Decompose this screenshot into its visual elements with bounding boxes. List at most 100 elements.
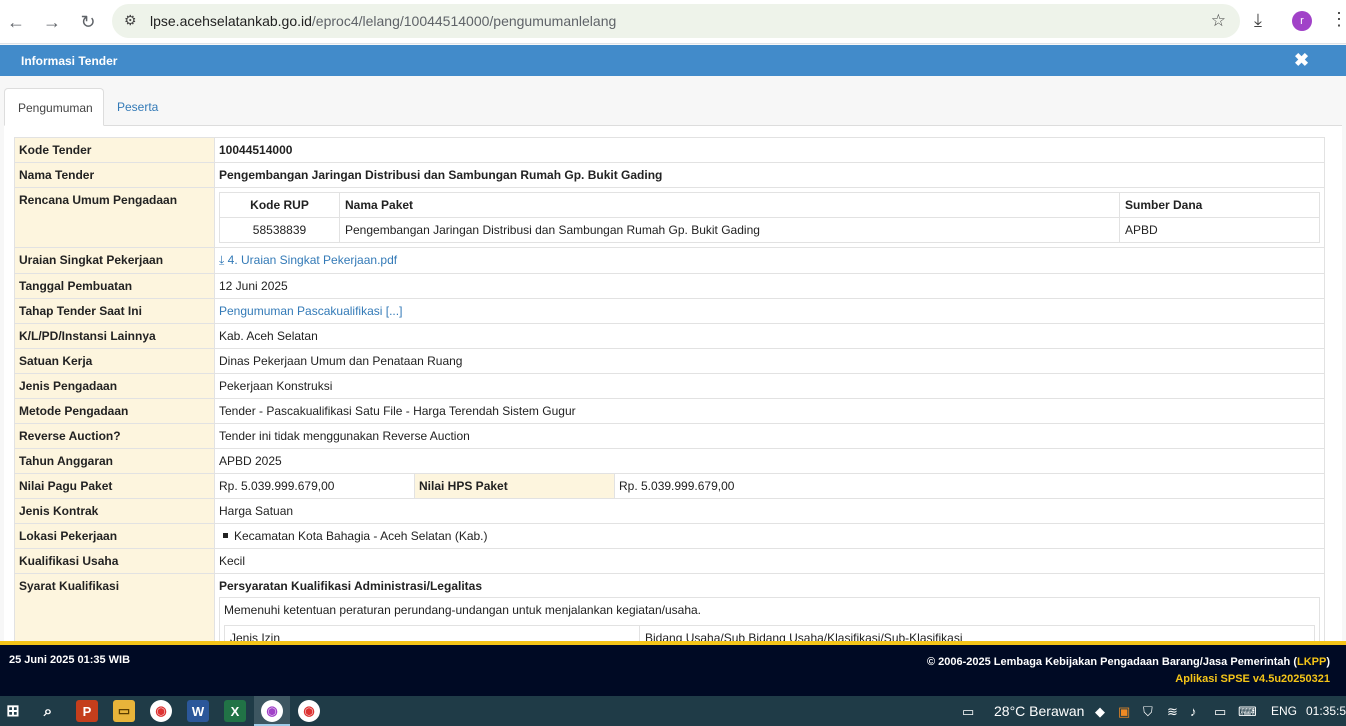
rup-header-kode: Kode RUP xyxy=(219,192,340,218)
footer-date: 25 Juni 2025 01:35 WIB xyxy=(9,654,131,666)
rup-table: Kode RUP Nama Paket Sumber Dana 58538839… xyxy=(219,192,1320,243)
satker-value: Dinas Pekerjaan Umum dan Penataan Ruang xyxy=(214,348,1325,374)
syarat-label: Syarat Kualifikasi xyxy=(14,573,215,642)
tab-pengumuman[interactable]: Pengumuman xyxy=(4,88,104,126)
table-row: Rencana Umum Pengadaan Kode RUP Nama Pak… xyxy=(14,187,1325,248)
lokasi-label: Lokasi Pekerjaan xyxy=(14,523,215,549)
footer-copyright: © 2006-2025 Lembaga Kebijakan Pengadaan … xyxy=(926,656,1330,668)
windows-start-icon[interactable]: ⊞ xyxy=(2,700,24,722)
footer-app-version: Aplikasi SPSE v4.5u20250321 xyxy=(1175,673,1330,685)
table-row: K/L/PD/Instansi Lainnya Kab. Aceh Selata… xyxy=(14,323,1325,349)
table-row: Tanggal Pembuatan 12 Juni 2025 xyxy=(14,273,1325,299)
powerpoint-icon[interactable]: P xyxy=(76,700,98,722)
izin-header-bidang: Bidang Usaha/Sub Bidang Usaha/Klasifikas… xyxy=(639,625,1315,642)
tender-info-table: Kode Tender 10044514000 Nama Tender Peng… xyxy=(14,137,1325,642)
table-row: Kode Tender 10044514000 xyxy=(14,137,1325,163)
table-row: Lokasi Pekerjaan Kecamatan Kota Bahagia … xyxy=(14,523,1325,549)
chrome-profile-icon[interactable]: ◉ xyxy=(261,700,283,722)
weather-text[interactable]: 28°C Berawan xyxy=(994,703,1084,719)
battery-icon[interactable]: ▭ xyxy=(1214,704,1226,720)
metode-value: Tender - Pascakualifikasi Satu File - Ha… xyxy=(214,398,1325,424)
site-info-icon[interactable]: ⚙ xyxy=(124,12,142,30)
pagu-value: Rp. 5.039.999.679,00 xyxy=(214,473,415,499)
chrome-icon[interactable]: ◉ xyxy=(150,700,172,722)
rup-header-sumber: Sumber Dana xyxy=(1119,192,1320,218)
pagu-label: Nilai Pagu Paket xyxy=(14,473,215,499)
language-indicator[interactable]: ENG xyxy=(1271,704,1297,718)
tanggal-label: Tanggal Pembuatan xyxy=(14,273,215,299)
tab-peserta[interactable]: Peserta xyxy=(104,88,171,126)
close-icon[interactable]: ✖ xyxy=(1294,50,1309,71)
reverse-value: Tender ini tidak menggunakan Reverse Auc… xyxy=(214,423,1325,449)
lkpp-link[interactable]: LKPP xyxy=(1297,656,1326,668)
tahap-label: Tahap Tender Saat Ini xyxy=(14,298,215,324)
bookmark-star-icon[interactable]: ☆ xyxy=(1211,11,1226,31)
avatar[interactable]: r xyxy=(1292,11,1312,31)
rup-label: Rencana Umum Pengadaan xyxy=(14,187,215,248)
syarat-text: Memenuhi ketentuan peraturan perundang-u… xyxy=(224,603,702,617)
table-row: Uraian Singkat Pekerjaan ⤓ 4. Uraian Sin… xyxy=(14,247,1325,274)
izin-header-jenis: Jenis Izin xyxy=(224,625,640,642)
clock[interactable]: 01:35:52 xyxy=(1306,704,1346,718)
url-text: lpse.acehselatankab.go.id/eproc4/lelang/… xyxy=(150,13,617,29)
shield-icon[interactable]: ⛉ xyxy=(1143,704,1153,720)
keyboard-icon[interactable]: ⌨ xyxy=(1238,704,1257,720)
metode-label: Metode Pengadaan xyxy=(14,398,215,424)
nama-tender-value: Pengembangan Jaringan Distribusi dan Sam… xyxy=(214,162,1325,188)
tab-bar: Pengumuman Peserta xyxy=(4,88,1342,126)
page-footer: 25 Juni 2025 01:35 WIB © 2006-2025 Lemba… xyxy=(0,641,1346,696)
uraian-cell: ⤓ 4. Uraian Singkat Pekerjaan.pdf xyxy=(214,247,1325,274)
modal-title: Informasi Tender xyxy=(21,54,118,68)
tahap-cell: Pengumuman Pascakualifikasi [...] xyxy=(214,298,1325,324)
address-bar[interactable]: ⚙ lpse.acehselatankab.go.id/eproc4/lelan… xyxy=(112,4,1240,38)
table-row: Kualifikasi Usaha Kecil xyxy=(14,548,1325,574)
table-row: Tahun Anggaran APBD 2025 xyxy=(14,448,1325,474)
hps-label: Nilai HPS Paket xyxy=(414,473,615,499)
tray-app-icon[interactable]: ◆ xyxy=(1095,704,1105,720)
lokasi-value: Kecamatan Kota Bahagia - Aceh Selatan (K… xyxy=(234,529,488,543)
file-explorer-icon[interactable]: ▭ xyxy=(113,700,135,722)
klpd-label: K/L/PD/Instansi Lainnya xyxy=(14,323,215,349)
back-arrow-icon[interactable]: ← xyxy=(4,10,28,34)
table-row: 58538839 Pengembangan Jaringan Distribus… xyxy=(219,217,1320,243)
tahap-link[interactable]: Pengumuman Pascakualifikasi [...] xyxy=(219,304,402,318)
table-row: Jenis Pengadaan Pekerjaan Konstruksi xyxy=(14,373,1325,399)
download-icon[interactable]: ⤓ xyxy=(219,253,224,267)
jenis-pengadaan-value: Pekerjaan Konstruksi xyxy=(214,373,1325,399)
tahun-value: APBD 2025 xyxy=(214,448,1325,474)
syarat-box: Memenuhi ketentuan peraturan perundang-u… xyxy=(219,597,1320,642)
lokasi-cell: Kecamatan Kota Bahagia - Aceh Selatan (K… xyxy=(214,523,1325,549)
kode-tender-label: Kode Tender xyxy=(14,137,215,163)
modal-header: Informasi Tender ✖ xyxy=(0,45,1346,76)
klpd-value: Kab. Aceh Selatan xyxy=(214,323,1325,349)
excel-icon[interactable]: X xyxy=(224,700,246,722)
tray-app-icon[interactable]: ▣ xyxy=(1118,704,1130,720)
browser-toolbar: ← → ↻ ⚙ lpse.acehselatankab.go.id/eproc4… xyxy=(0,0,1346,44)
kode-tender-value: 10044514000 xyxy=(214,137,1325,163)
table-row: Satuan Kerja Dinas Pekerjaan Umum dan Pe… xyxy=(14,348,1325,374)
search-icon[interactable]: ⌕ xyxy=(37,700,59,722)
kualifikasi-value: Kecil xyxy=(214,548,1325,574)
hps-value: Rp. 5.039.999.679,00 xyxy=(614,473,1325,499)
forward-arrow-icon[interactable]: → xyxy=(40,10,64,34)
table-row: Nilai Pagu Paket Rp. 5.039.999.679,00 Ni… xyxy=(14,473,1325,499)
table-row: Jenis Kontrak Harga Satuan xyxy=(14,498,1325,524)
table-row: Reverse Auction? Tender ini tidak menggu… xyxy=(14,423,1325,449)
rup-cell: Kode RUP Nama Paket Sumber Dana 58538839… xyxy=(214,187,1325,248)
download-icon[interactable]: ⤓ xyxy=(1254,10,1262,31)
chrome-icon[interactable]: ◉ xyxy=(298,700,320,722)
table-row: Tahap Tender Saat Ini Pengumuman Pascaku… xyxy=(14,298,1325,324)
table-row: Syarat Kualifikasi Persyaratan Kualifika… xyxy=(14,573,1325,642)
volume-icon[interactable]: ♪ xyxy=(1190,704,1197,719)
widgets-icon[interactable]: ▭ xyxy=(962,704,974,720)
word-icon[interactable]: W xyxy=(187,700,209,722)
rup-header-nama: Nama Paket xyxy=(339,192,1120,218)
rup-kode-value: 58538839 xyxy=(219,217,340,243)
rup-nama-value: Pengembangan Jaringan Distribusi dan Sam… xyxy=(339,217,1120,243)
kontrak-value: Harga Satuan xyxy=(214,498,1325,524)
uraian-download-link[interactable]: 4. Uraian Singkat Pekerjaan.pdf xyxy=(228,253,397,267)
reload-icon[interactable]: ↻ xyxy=(76,10,100,34)
browser-menu-icon[interactable]: ⋮ xyxy=(1330,9,1346,30)
wifi-icon[interactable]: ≋ xyxy=(1167,704,1178,720)
nama-tender-label: Nama Tender xyxy=(14,162,215,188)
